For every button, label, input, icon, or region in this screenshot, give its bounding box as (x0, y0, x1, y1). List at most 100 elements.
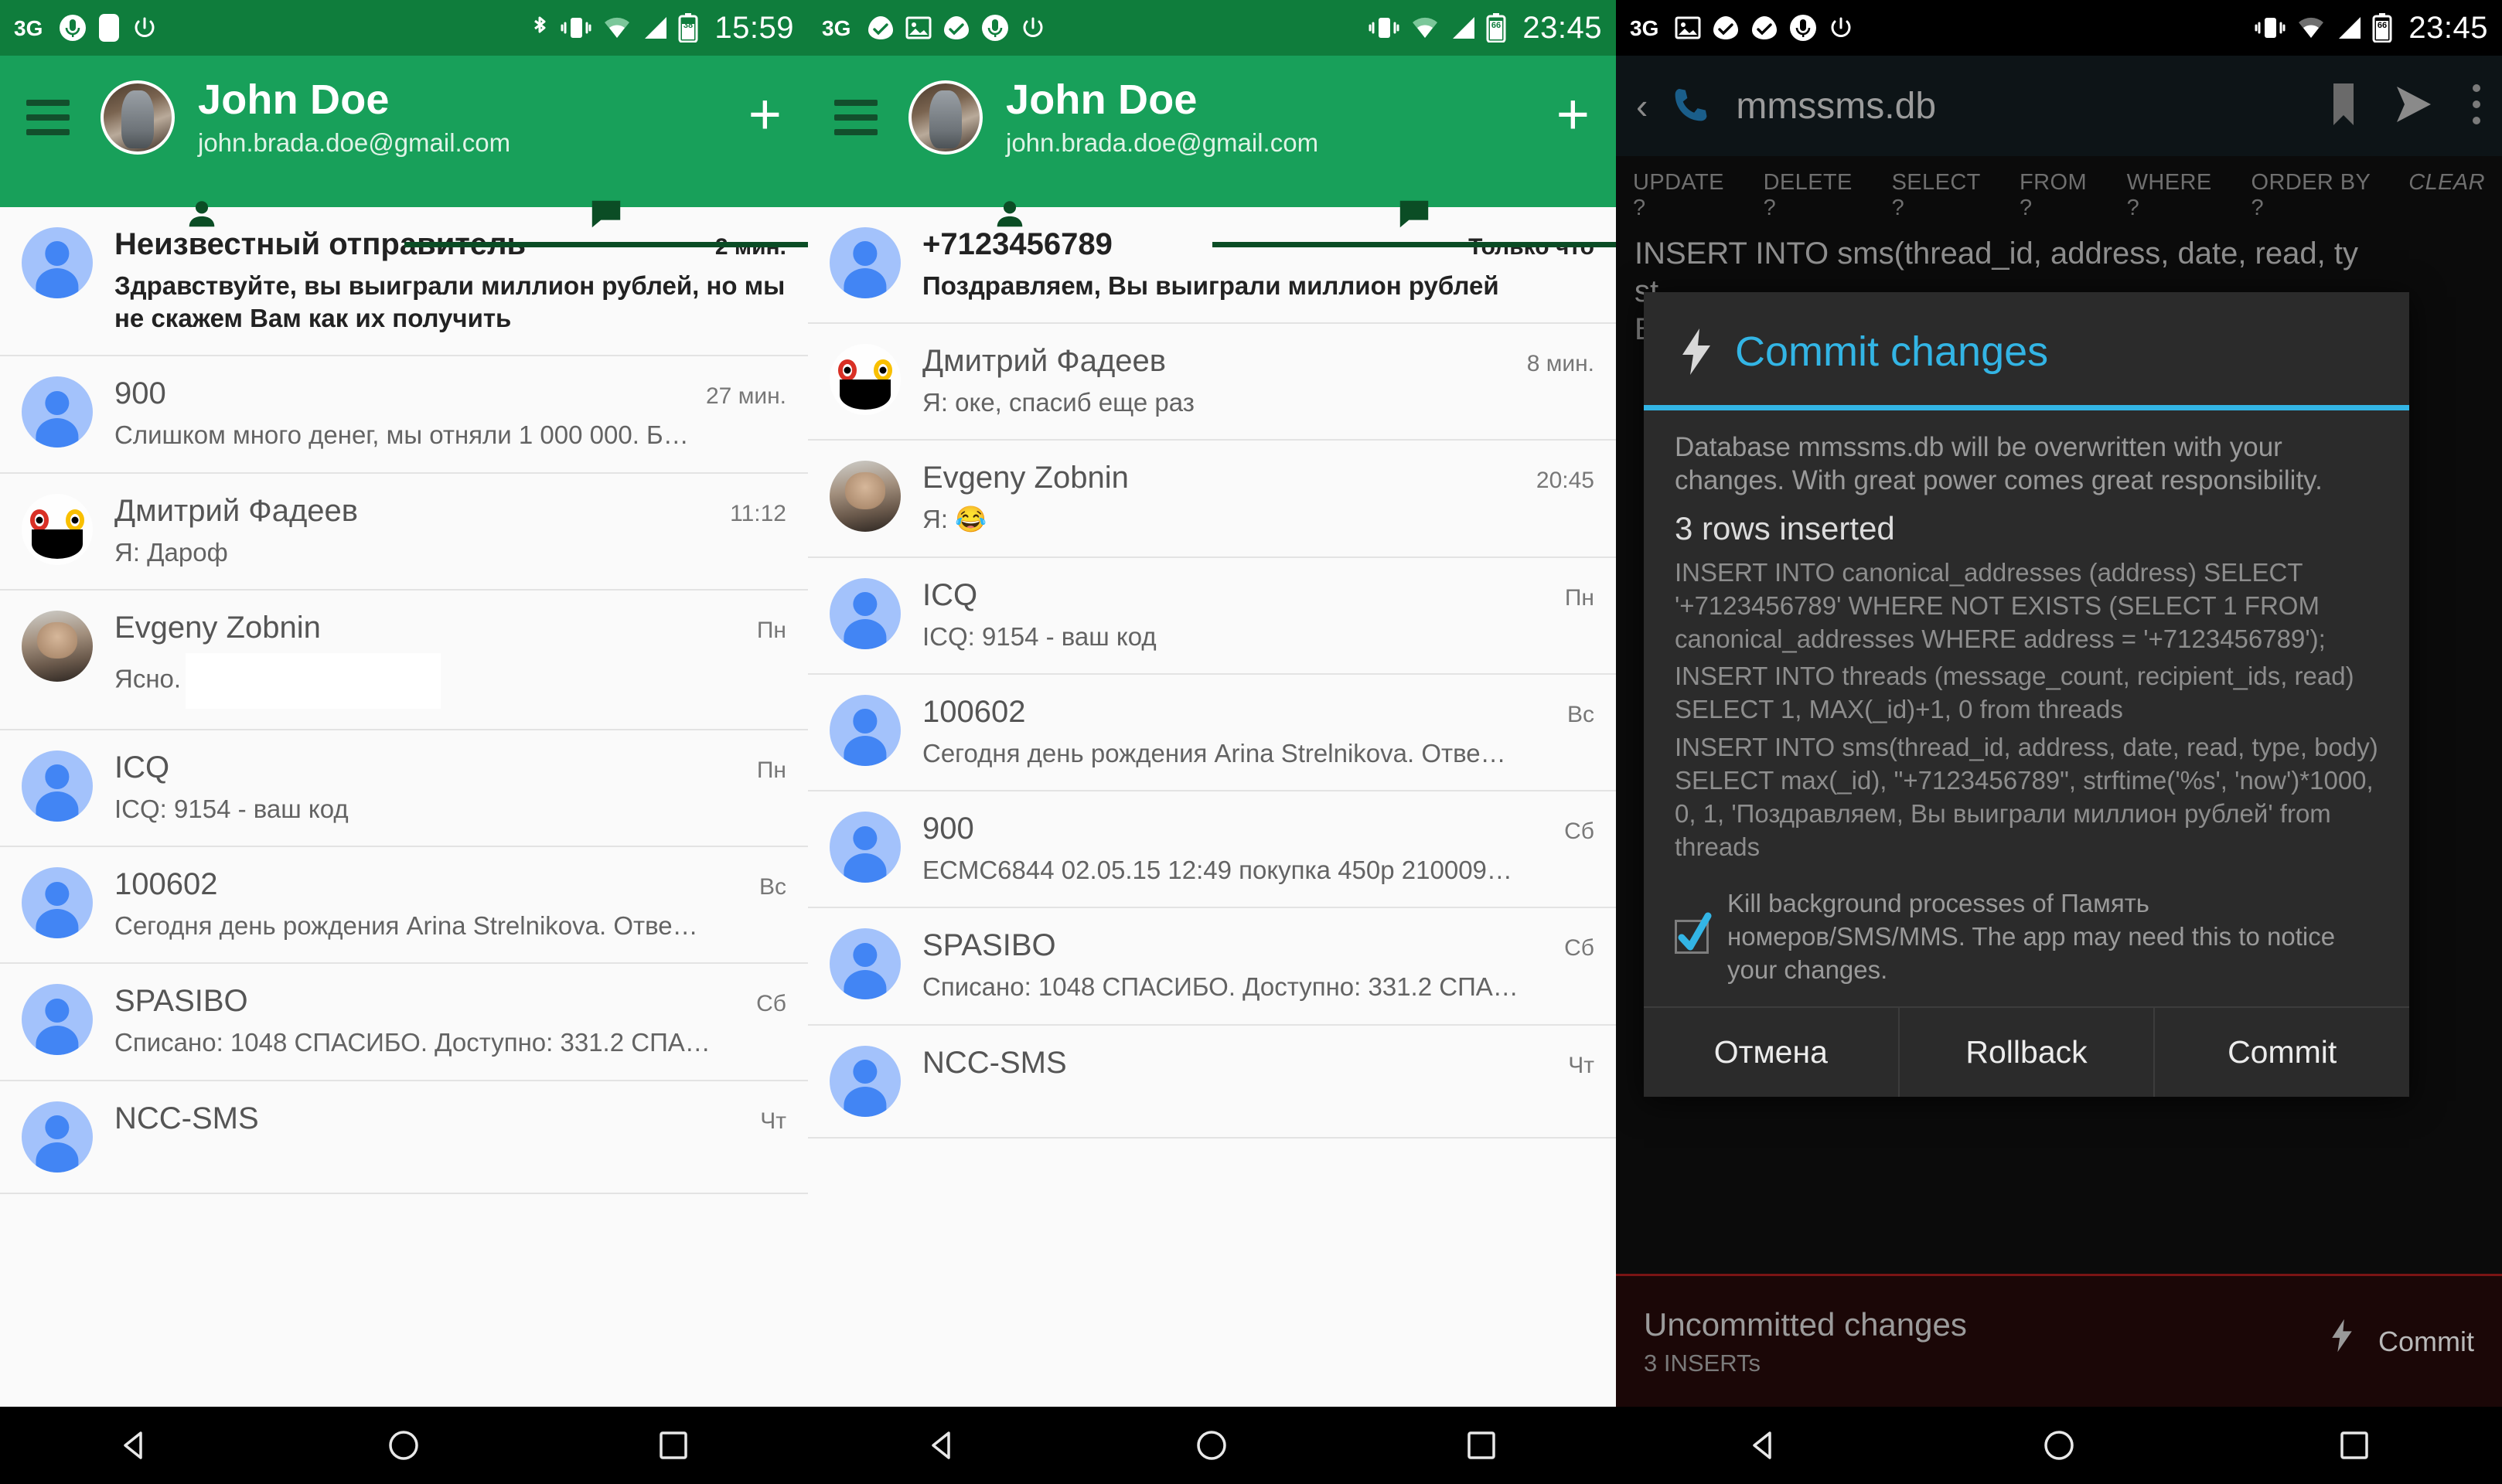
kill-processes-checkbox-row[interactable]: Kill background processes of Память номе… (1644, 876, 2409, 1007)
list-item[interactable]: SPASIBO Сб Списано: 1048 СПАСИБО. Доступ… (808, 908, 1616, 1026)
default-person-avatar (830, 1045, 901, 1117)
nav-home-circle-icon[interactable] (1191, 1425, 1232, 1465)
sender-name: NCC-SMS (114, 1101, 259, 1135)
vibrate-icon (1368, 14, 1400, 42)
nav-home-circle-icon[interactable] (2039, 1425, 2079, 1465)
power-icon (131, 15, 158, 41)
list-item[interactable]: 900 Сб ECMC6844 02.05.15 12:49 покупка 4… (808, 791, 1616, 909)
nav-recents-square-icon[interactable] (653, 1425, 694, 1465)
sender-name: 100602 (922, 694, 1026, 729)
commit-changes-dialog: Commit changes Database mmssms.db will b… (1644, 292, 2409, 1098)
status-bar-1: 3G 38 15:59 (0, 0, 808, 56)
sender-name: 900 (114, 376, 166, 411)
message-snippet: Сегодня день рождения Arina Strelnikova.… (114, 911, 698, 941)
photo-avatar (22, 610, 93, 682)
message-snippet: Ясно. (114, 664, 182, 693)
microphone-icon (981, 13, 1009, 43)
avatar[interactable] (908, 80, 983, 155)
account-email: john.brada.doe@gmail.com (1006, 128, 1319, 158)
plus-icon[interactable]: + (1556, 86, 1590, 149)
list-item[interactable]: Дмитрий Фадеев 11:12 Я: Дароф (0, 474, 808, 591)
power-icon (1020, 15, 1046, 41)
message-icon (1396, 196, 1432, 231)
tab-messages[interactable] (404, 179, 808, 247)
default-person-avatar (22, 376, 93, 448)
default-person-avatar (830, 577, 901, 649)
kill-processes-checkbox[interactable] (1675, 912, 1712, 955)
list-item[interactable]: Дмитрий Фадеев 8 мин. Я: оке, спасиб еще… (808, 324, 1616, 441)
sql-statement: INSERT INTO threads (message_count, reci… (1675, 662, 2354, 724)
dialog-title: Commit changes (1735, 328, 2049, 375)
nav-recents-square-icon[interactable] (1461, 1425, 1502, 1465)
navigation-bar-3 (1616, 1407, 2502, 1484)
sender-name: Дмитрий Фадеев (922, 344, 1167, 379)
list-item[interactable]: 100602 Вс Сегодня день рождения Arina St… (0, 847, 808, 965)
list-item[interactable]: 900 27 мин. Слишком много денег, мы отня… (0, 356, 808, 474)
message-snippet: Я: 😂 (922, 505, 987, 534)
list-item[interactable]: Evgeny Zobnin 20:45 Я: 😂 (808, 441, 1616, 558)
account-email: john.brada.doe@gmail.com (198, 128, 511, 158)
status-bar-2: 3G 66 23:45 (808, 0, 1616, 56)
phone-panel-3: 3G 66 23:45 ‹ mmssms.db UPDATE ? DELETE … (1616, 0, 2502, 1484)
list-item[interactable]: NCC-SMS Чт (808, 1026, 1616, 1139)
navigation-bar-1 (0, 1407, 808, 1484)
bolt-icon (2329, 1318, 2366, 1366)
message-time: Чт (760, 1108, 786, 1134)
uncommitted-changes-bar[interactable]: Uncommitted changes 3 INSERTs Commit (1616, 1274, 2502, 1407)
tab-bar-2 (808, 179, 1616, 247)
list-item[interactable]: 100602 Вс Сегодня день рождения Arina St… (808, 675, 1616, 792)
commit-button[interactable]: Commit (2155, 1008, 2409, 1097)
bolt-icon (1678, 328, 1715, 376)
avatar[interactable] (101, 80, 175, 155)
sender-name: Дмитрий Фадеев (114, 493, 359, 528)
nav-home-circle-icon[interactable] (383, 1425, 424, 1465)
message-list-2[interactable]: +7123456789 Только что Поздравляем, Вы в… (808, 207, 1616, 1139)
hamburger-menu-icon[interactable] (26, 100, 70, 135)
sender-name: Evgeny Zobnin (114, 610, 321, 645)
message-snippet: Сегодня день рождения Arina Strelnikova.… (922, 738, 1506, 768)
list-item[interactable]: ICQ Пн ICQ: 9154 - ваш код (0, 730, 808, 848)
vibrate-icon (560, 14, 592, 42)
nav-back-triangle-icon[interactable] (922, 1425, 963, 1465)
rows-inserted-label: 3 rows inserted (1675, 509, 1895, 546)
sql-statement: INSERT INTO sms(thread_id, address, date… (1675, 733, 2378, 861)
default-person-avatar (830, 227, 901, 298)
default-person-avatar (22, 867, 93, 939)
list-item[interactable]: Evgeny Zobnin Пн Ясно. (0, 591, 808, 730)
sender-name: ICQ (922, 577, 978, 612)
commit-action[interactable]: Commit (2329, 1318, 2474, 1366)
svg-text:3G: 3G (822, 16, 850, 40)
message-list-1[interactable]: Неизвестный отправитель 2 мин. Здравству… (0, 207, 808, 1194)
hamburger-menu-icon[interactable] (834, 100, 878, 135)
default-person-avatar (830, 812, 901, 883)
tab-messages[interactable] (1212, 179, 1616, 247)
tab-bar-1 (0, 179, 808, 247)
phone-panel-2: 3G 66 23:45 John Doe john.brada.doe@gmai… (808, 0, 1616, 1484)
emoji-avatar (22, 493, 93, 565)
account-name: John Doe (198, 77, 390, 124)
list-item[interactable]: SPASIBO Сб Списано: 1048 СПАСИБО. Доступ… (0, 964, 808, 1081)
nav-back-triangle-icon[interactable] (1744, 1425, 1784, 1465)
plus-icon[interactable]: + (748, 86, 782, 149)
kill-processes-label: Kill background processes of Память номе… (1727, 888, 2336, 984)
list-item[interactable]: NCC-SMS Чт (0, 1081, 808, 1194)
nav-recents-square-icon[interactable] (2334, 1425, 2374, 1465)
message-snippet: Слишком много денег, мы отняли 1 000 000… (114, 420, 689, 450)
message-snippet: Здравствуйте, вы выиграли миллион рублей… (114, 271, 786, 333)
rollback-button[interactable]: Rollback (1900, 1008, 2156, 1098)
message-time: Вс (1566, 701, 1594, 727)
default-person-avatar (22, 1101, 93, 1173)
message-snippet: ICQ: 9154 - ваш код (114, 794, 349, 823)
bluetooth-icon (530, 13, 550, 43)
3g-icon: 3G (822, 15, 856, 40)
nav-back-triangle-icon[interactable] (114, 1425, 155, 1465)
cancel-button[interactable]: Отмена (1644, 1008, 1900, 1098)
sql-statement: INSERT INTO canonical_addresses (address… (1675, 557, 2326, 653)
default-person-avatar (22, 227, 93, 298)
battery-level-2: 66 (1491, 21, 1501, 30)
battery-level-1: 38 (683, 21, 693, 30)
person-icon (992, 196, 1028, 231)
dialog-actions: Отмена Rollback Commit (1644, 1006, 2409, 1098)
default-person-avatar (22, 750, 93, 822)
list-item[interactable]: ICQ Пн ICQ: 9154 - ваш код (808, 558, 1616, 675)
